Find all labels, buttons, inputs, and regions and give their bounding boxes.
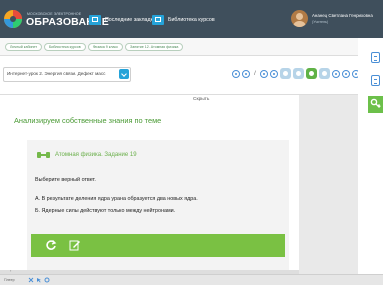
page-dot[interactable] <box>342 69 350 78</box>
page-pill[interactable] <box>280 68 291 79</box>
page-dot[interactable] <box>270 69 278 78</box>
page-dot[interactable] <box>332 69 340 78</box>
breadcrumb-item[interactable]: Занятие 12. Атомная физика <box>125 43 184 51</box>
task-card: Атомная физика. Задание 19 Выберите верн… <box>27 140 289 270</box>
lesson-content: Скрыть Анализируем собственные знания по… <box>0 95 299 270</box>
task-header: Атомная физика. Задание 19 <box>37 152 137 158</box>
lesson-toolbar: Интернет-урок 2. Энергия связи. Дефект м… <box>0 56 360 95</box>
close-icon[interactable] <box>28 277 34 283</box>
user-role: (Учитель) <box>312 20 329 24</box>
right-sidebar <box>358 38 383 274</box>
nav-recent-bookmarks-label: Последние закладки <box>105 17 156 23</box>
question-text: Выберите верный ответ. <box>35 177 96 183</box>
edit-icon[interactable] <box>69 239 81 251</box>
refresh-icon[interactable] <box>45 239 57 251</box>
mesh-logo[interactable]: МОСКОВСКОЕ ЭЛЕКТРОННОЕ ОБРАЗОВАНИЕ <box>3 5 109 33</box>
breadcrumb-item[interactable]: Физика 9 класс <box>87 43 124 51</box>
page-pill-active[interactable] <box>306 68 317 79</box>
key-icon[interactable] <box>368 96 383 113</box>
scroll-left-icon[interactable]: ‹ <box>10 268 11 273</box>
page-navigator: / <box>232 68 360 79</box>
nav-recent-bookmarks[interactable]: Последние закладки <box>89 13 156 27</box>
list-icon[interactable] <box>371 75 380 86</box>
hide-button[interactable]: Скрыть <box>193 97 209 102</box>
page-dot[interactable] <box>232 69 240 78</box>
player-taskbar: Плеер <box>0 274 383 285</box>
bookmark-icon <box>89 15 101 25</box>
logo-icon <box>4 10 22 28</box>
section-title: Анализируем собственные знания по теме <box>14 116 162 125</box>
page-dot[interactable] <box>242 69 250 78</box>
lesson-select-value: Интернет-урок 2. Энергия связи. Дефект м… <box>7 71 106 76</box>
dumbbell-icon <box>37 152 50 158</box>
pager-separator: / <box>254 70 256 77</box>
chevron-down-icon[interactable] <box>119 69 129 79</box>
player-label: Плеер <box>4 278 15 282</box>
avatar[interactable] <box>291 10 308 27</box>
breadcrumb: Личный кабинет Библиотека курсов Физика … <box>0 38 358 56</box>
lesson-select[interactable]: Интернет-урок 2. Энергия связи. Дефект м… <box>3 67 131 82</box>
page-pill[interactable] <box>319 68 330 79</box>
user-name[interactable]: Ананец Светлана Генриховна <box>312 13 373 18</box>
library-icon <box>152 15 164 25</box>
page-pill[interactable] <box>293 68 304 79</box>
page-dot[interactable] <box>260 69 268 78</box>
pointer-icon[interactable] <box>36 277 42 283</box>
breadcrumb-item[interactable]: Библиотека курсов <box>44 43 86 51</box>
settings-icon[interactable] <box>44 277 50 283</box>
answer-action-bar <box>31 234 285 257</box>
nav-course-library[interactable]: Библиотека курсов <box>152 13 215 27</box>
answer-option-a: А. В результате деления ядра урана образ… <box>35 196 198 202</box>
task-title: Атомная физика. Задание 19 <box>55 152 137 158</box>
notes-icon[interactable] <box>371 52 380 63</box>
breadcrumb-item[interactable]: Личный кабинет <box>5 43 43 51</box>
top-navigation-bar: МОСКОВСКОЕ ЭЛЕКТРОННОЕ ОБРАЗОВАНИЕ После… <box>0 0 383 38</box>
nav-course-library-label: Библиотека курсов <box>168 17 215 23</box>
answer-option-b: Б. Ядерные силы действуют только между н… <box>35 208 176 214</box>
